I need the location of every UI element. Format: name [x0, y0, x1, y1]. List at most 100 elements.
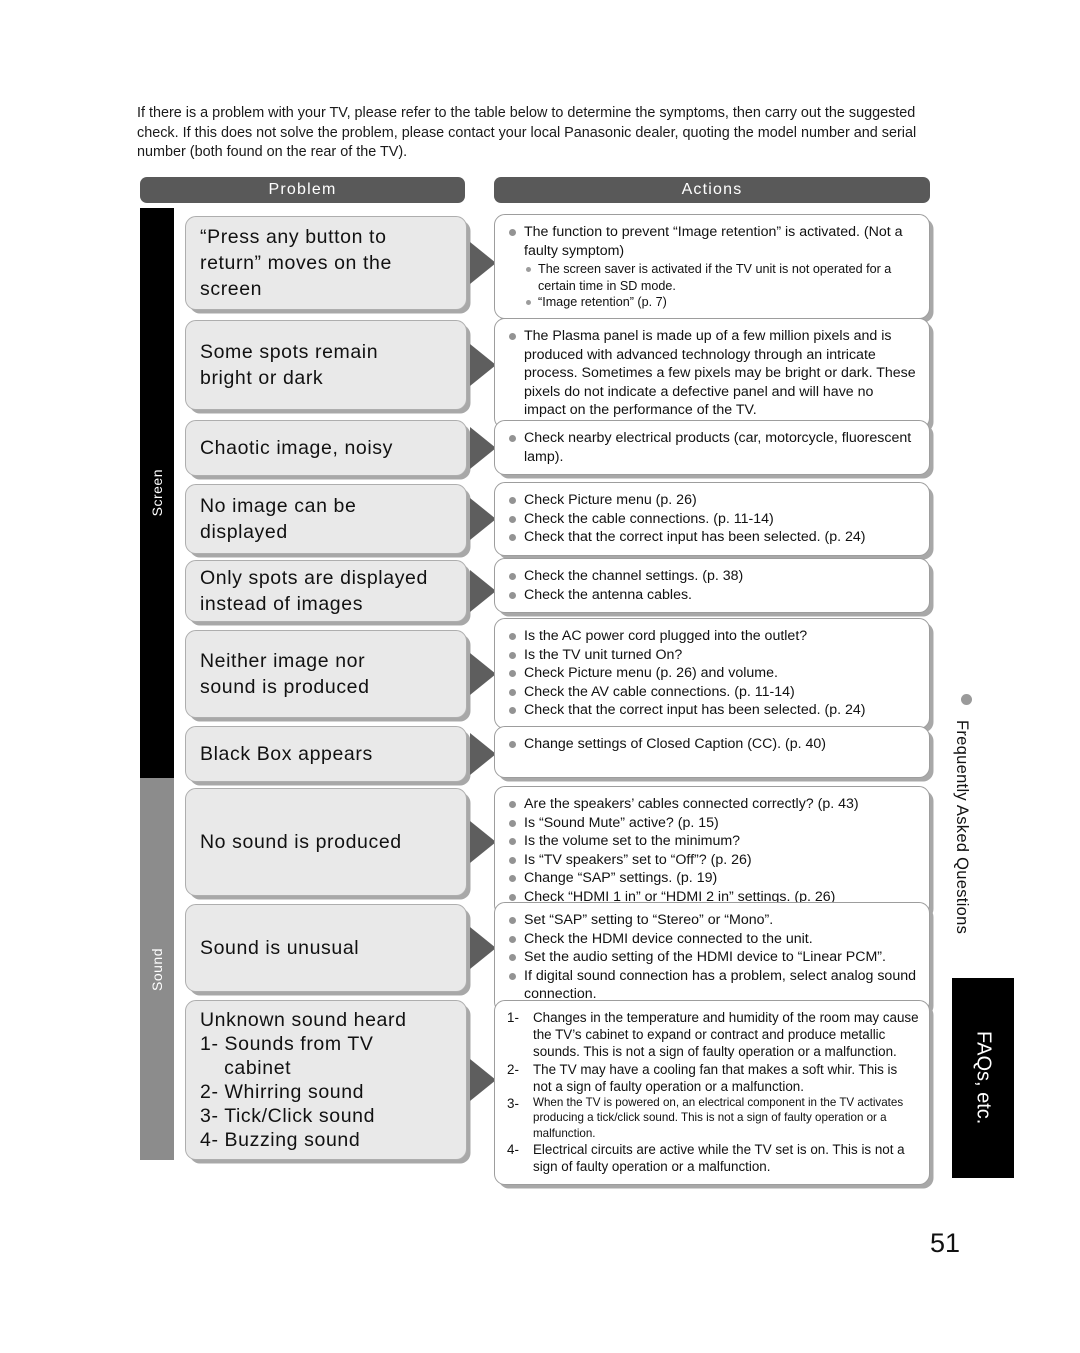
action-item-text: Check that the correct input has been se…: [524, 529, 866, 546]
problem-cell: No image can be displayed: [185, 484, 467, 554]
numbered-action-marker: 3-: [507, 1096, 519, 1112]
action-item: Check the antenna cables.: [507, 586, 919, 605]
numbered-action-item: 3- When the TV is powered on, an electric…: [507, 1095, 919, 1141]
row-arrow-icon: [470, 242, 496, 284]
category-band-sound: Sound: [140, 778, 174, 1160]
problem-line: instead of images: [200, 593, 364, 615]
problem-line: screen: [200, 278, 263, 300]
action-item: The Plasma panel is made up of a few mil…: [507, 327, 919, 420]
problem-line: 3- Tick/Click sound: [200, 1105, 376, 1127]
problem-line: Only spots are displayed: [200, 567, 428, 589]
row-arrow-icon: [470, 427, 496, 469]
action-item-text: Is the TV unit turned On?: [524, 646, 683, 663]
action-cell: Check the channel settings. (p. 38) Check…: [494, 558, 930, 614]
action-item-text: Change settings of Closed Caption (CC). …: [524, 736, 827, 752]
action-item-text: If digital sound connection has a proble…: [524, 967, 916, 1003]
action-cell: Set “SAP” setting to “Stereo” or “Mono”.…: [494, 902, 930, 1013]
numbered-action-marker: 2-: [507, 1061, 519, 1077]
action-item-text: The function to prevent “Image retention…: [524, 224, 903, 259]
problem-text: Only spots are displayed instead of image…: [200, 565, 428, 617]
action-item: Is “Sound Mute” active? (p. 15): [507, 814, 919, 833]
problem-cell: Unknown sound heard 1- Sounds from TV cab…: [185, 1000, 467, 1160]
problem-text: Sound is unusual: [200, 935, 359, 961]
action-item: Check nearby electrical products (car, m…: [507, 429, 919, 466]
action-item-text: Check the cable connections. (p. 11-14): [524, 510, 774, 527]
action-item: Is “TV speakers” set to “Off”? (p. 26): [507, 851, 919, 870]
category-band-screen: Screen: [140, 208, 174, 778]
action-item: Change settings of Closed Caption (CC). …: [507, 735, 919, 754]
action-list: Are the speakers’ cables connected corre…: [507, 795, 919, 907]
action-item-text: Is the volume set to the minimum?: [524, 833, 741, 850]
action-sub-list: The screen saver is activated if the TV …: [524, 261, 919, 310]
problem-line: Neither image nor: [200, 650, 366, 672]
section-tab-text: Frequently Asked Questions: [953, 720, 971, 935]
action-item: Check that the correct input has been se…: [507, 528, 919, 547]
action-item: Set the audio setting of the HDMI device…: [507, 948, 919, 967]
column-header-actions-label: Actions: [681, 181, 743, 198]
numbered-action-item: 1- Changes in the temperature and humidit…: [507, 1009, 919, 1061]
intro-paragraph: If there is a problem with your TV, plea…: [137, 105, 917, 160]
action-list: Is the AC power cord plugged into the ou…: [507, 627, 919, 720]
action-list: Check Picture menu (p. 26) Check the cabl…: [507, 491, 919, 547]
numbered-action-item: 4- Electrical circuits are active while t…: [507, 1141, 919, 1175]
row-arrow-icon: [470, 927, 496, 969]
action-item: Are the speakers’ cables connected corre…: [507, 795, 919, 814]
action-item-text: Is “Sound Mute” active? (p. 15): [524, 814, 719, 831]
action-list: Check nearby electrical products (car, m…: [507, 429, 919, 466]
column-header-problem: Problem: [140, 177, 465, 203]
action-item: Check the channel settings. (p. 38): [507, 567, 919, 586]
row-arrow-icon: [470, 733, 496, 775]
problem-line: Chaotic image, noisy: [200, 437, 394, 459]
action-item-text: Set “SAP” setting to “Stereo” or “Mono”.: [524, 912, 774, 928]
problem-line: Some spots remain: [200, 341, 379, 363]
row-arrow-icon: [470, 1059, 496, 1101]
action-list: Set “SAP” setting to “Stereo” or “Mono”.…: [507, 911, 919, 1004]
action-item: Is the AC power cord plugged into the ou…: [507, 627, 919, 646]
action-item-text: Are the speakers’ cables connected corre…: [524, 796, 859, 812]
problem-line: 2- Whirring sound: [200, 1081, 365, 1103]
action-item-text: Check the antenna cables.: [524, 586, 692, 603]
action-cell: Check nearby electrical products (car, m…: [494, 420, 930, 476]
numbered-action-item: 2- The TV may have a cooling fan that mak…: [507, 1061, 919, 1095]
problem-line: “Press any button to: [200, 226, 387, 248]
action-list: Check the channel settings. (p. 38) Check…: [507, 567, 919, 604]
problem-line: cabinet: [200, 1057, 292, 1079]
problem-cell: Black Box appears: [185, 726, 467, 782]
action-item-text: Check the HDMI device connected to the u…: [524, 930, 813, 947]
action-item: Check the AV cable connections. (p. 11-1…: [507, 683, 919, 702]
row-arrow-icon: [470, 570, 496, 612]
column-header-problem-label: Problem: [268, 181, 337, 198]
numbered-action-marker: 1-: [507, 1010, 519, 1025]
action-cell: The Plasma panel is made up of a few mil…: [494, 318, 930, 429]
numbered-action-text: The TV may have a cooling fan that makes…: [533, 1061, 898, 1094]
action-item-text: Change “SAP” settings. (p. 19): [524, 870, 718, 887]
action-item: Change “SAP” settings. (p. 19): [507, 869, 919, 888]
action-cell: 1- Changes in the temperature and humidit…: [494, 1000, 930, 1185]
action-item: Check Picture menu (p. 26) and volume.: [507, 664, 919, 683]
page-number: 51: [930, 1228, 961, 1258]
problem-text: “Press any button to return” moves on the…: [200, 224, 392, 302]
action-item: Check the HDMI device connected to the u…: [507, 930, 919, 949]
row-arrow-icon: [470, 821, 496, 863]
problem-text: Some spots remain bright or dark: [200, 339, 378, 391]
chapter-tab: FAQs, etc.: [952, 978, 1014, 1178]
action-item: Is the TV unit turned On?: [507, 646, 919, 665]
action-item: Set “SAP” setting to “Stereo” or “Mono”.: [507, 911, 919, 930]
action-item-text: Check Picture menu (p. 26) and volume.: [524, 665, 778, 682]
problem-line: bright or dark: [200, 367, 324, 389]
action-list: Change settings of Closed Caption (CC). …: [507, 735, 919, 754]
row-arrow-icon: [470, 653, 496, 695]
problem-line: 1- Sounds from TV: [200, 1033, 374, 1055]
action-list: The Plasma panel is made up of a few mil…: [507, 327, 919, 420]
action-item: If digital sound connection has a proble…: [507, 967, 919, 1004]
row-arrow-icon: [470, 498, 496, 540]
problem-text: Neither image nor sound is produced: [200, 648, 370, 700]
problem-line: sound is produced: [200, 676, 370, 698]
action-list: The function to prevent “Image retention…: [507, 223, 919, 310]
problem-text: Chaotic image, noisy: [200, 435, 393, 461]
problem-cell: Some spots remain bright or dark: [185, 320, 467, 410]
action-cell: Are the speakers’ cables connected corre…: [494, 786, 930, 916]
action-item-text: Check that the correct input has been se…: [524, 702, 866, 719]
chapter-tab-label: FAQs, etc.: [972, 1031, 995, 1125]
action-item: Is the volume set to the minimum?: [507, 832, 919, 851]
